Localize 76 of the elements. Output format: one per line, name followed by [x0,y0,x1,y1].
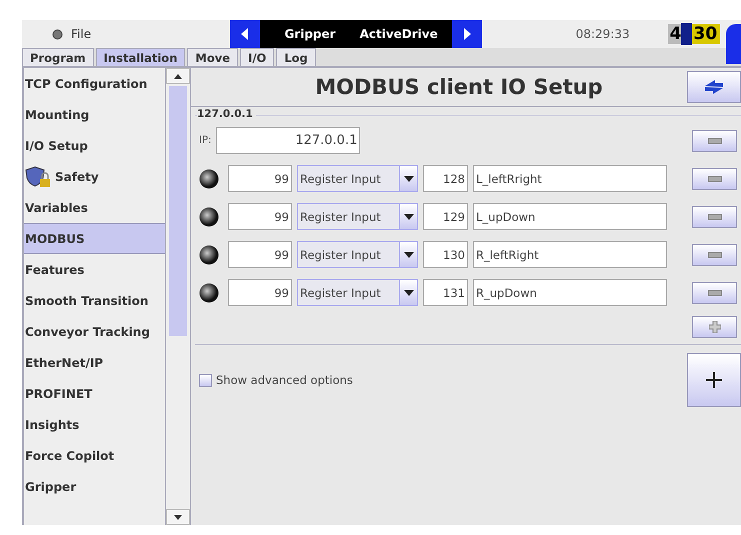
clock-time: 08:29:33 [576,27,630,41]
speed-digit: 4 [668,24,682,44]
address-field[interactable]: 99 [228,279,292,306]
previous-button[interactable] [230,20,260,48]
signal-name-field[interactable]: L_leftRright [473,165,667,192]
add-signal-button[interactable] [692,316,737,338]
register-field[interactable]: 131 [423,279,468,306]
speed-digits: 30 [692,24,720,44]
type-dropdown[interactable]: Register Input [297,279,418,306]
group-legend: 127.0.0.1 [197,108,256,120]
type-dropdown[interactable]: Register Input [297,203,418,230]
sidebar-item[interactable]: I/O Setup [24,130,165,161]
sidebar-item[interactable]: Insights [24,409,165,440]
tab[interactable]: Log [276,48,316,66]
corner-tab[interactable] [726,24,741,64]
signal-name-field[interactable]: R_upDown [473,279,667,306]
type-dropdown[interactable]: Register Input [297,241,418,268]
status-ball-icon [199,168,219,188]
caret-icon [404,214,414,220]
sidebar-item[interactable]: PROFINET [24,378,165,409]
register-field[interactable]: 128 [423,165,468,192]
speed-cover-block [681,23,692,45]
tab[interactable]: Program [22,48,94,66]
address-field[interactable]: 99 [228,203,292,230]
status-ball-icon [199,282,219,302]
next-button[interactable] [452,20,482,48]
add-unit-button[interactable] [687,353,741,407]
file-menu[interactable]: File [22,27,200,41]
plus-icon [708,321,720,333]
ip-label: IP: [199,135,212,146]
nav-label: ActiveDrive [360,27,438,41]
left-arrow-icon [241,28,250,40]
power-icon [52,28,63,40]
swap-button[interactable] [687,71,741,103]
signal-name-field[interactable]: L_upDown [473,203,667,230]
remove-button[interactable] [692,206,737,228]
tab[interactable]: Installation [96,48,186,66]
signal-name-field[interactable]: R_leftRight [473,241,667,268]
sidebar-item[interactable]: Gripper [24,471,165,502]
sidebar-item[interactable]: Mounting [24,99,165,130]
shield-lock-icon [25,166,53,188]
plus-icon [706,372,722,388]
remove-button[interactable] [692,282,737,304]
register-field[interactable]: 130 [423,241,468,268]
tab[interactable]: Move [187,48,238,66]
swap-arrows-icon [702,77,726,97]
sidebar-item[interactable]: Force Copilot [24,440,165,471]
sidebar-item[interactable]: Smooth Transition [24,285,165,316]
sidebar-item[interactable]: Safety [24,161,165,192]
status-ball-icon [199,206,219,226]
address-field[interactable]: 99 [228,241,292,268]
panel-title: MODBUS client IO Setup [314,75,604,99]
sidebar-item[interactable]: Conveyor Tracking [24,316,165,347]
sidebar-item[interactable]: EtherNet/IP [24,347,165,378]
sidebar-item[interactable]: MODBUS [24,223,165,254]
scrollbar[interactable] [165,68,190,525]
caret-icon [404,290,414,296]
remove-button[interactable] [692,244,737,266]
type-dropdown[interactable]: Register Input [297,165,418,192]
right-arrow-icon [462,28,471,40]
tab[interactable]: I/O [240,48,274,66]
register-field[interactable]: 129 [423,203,468,230]
address-field[interactable]: 99 [228,165,292,192]
down-arrow-icon [174,514,182,520]
sidebar-item[interactable]: Features [24,254,165,285]
remove-button[interactable] [692,168,737,190]
caret-icon [404,252,414,258]
up-arrow-icon [174,74,182,78]
remove-button[interactable] [692,130,737,152]
caret-icon [404,176,414,182]
sidebar-item[interactable]: TCP Configuration [24,68,165,99]
nav-label: Gripper [284,27,336,41]
ip-field[interactable]: 127.0.0.1 [216,127,360,154]
sidebar-item[interactable]: Variables [24,192,165,223]
advanced-options-checkbox[interactable]: Show advanced options [199,373,687,387]
status-ball-icon [199,244,219,264]
